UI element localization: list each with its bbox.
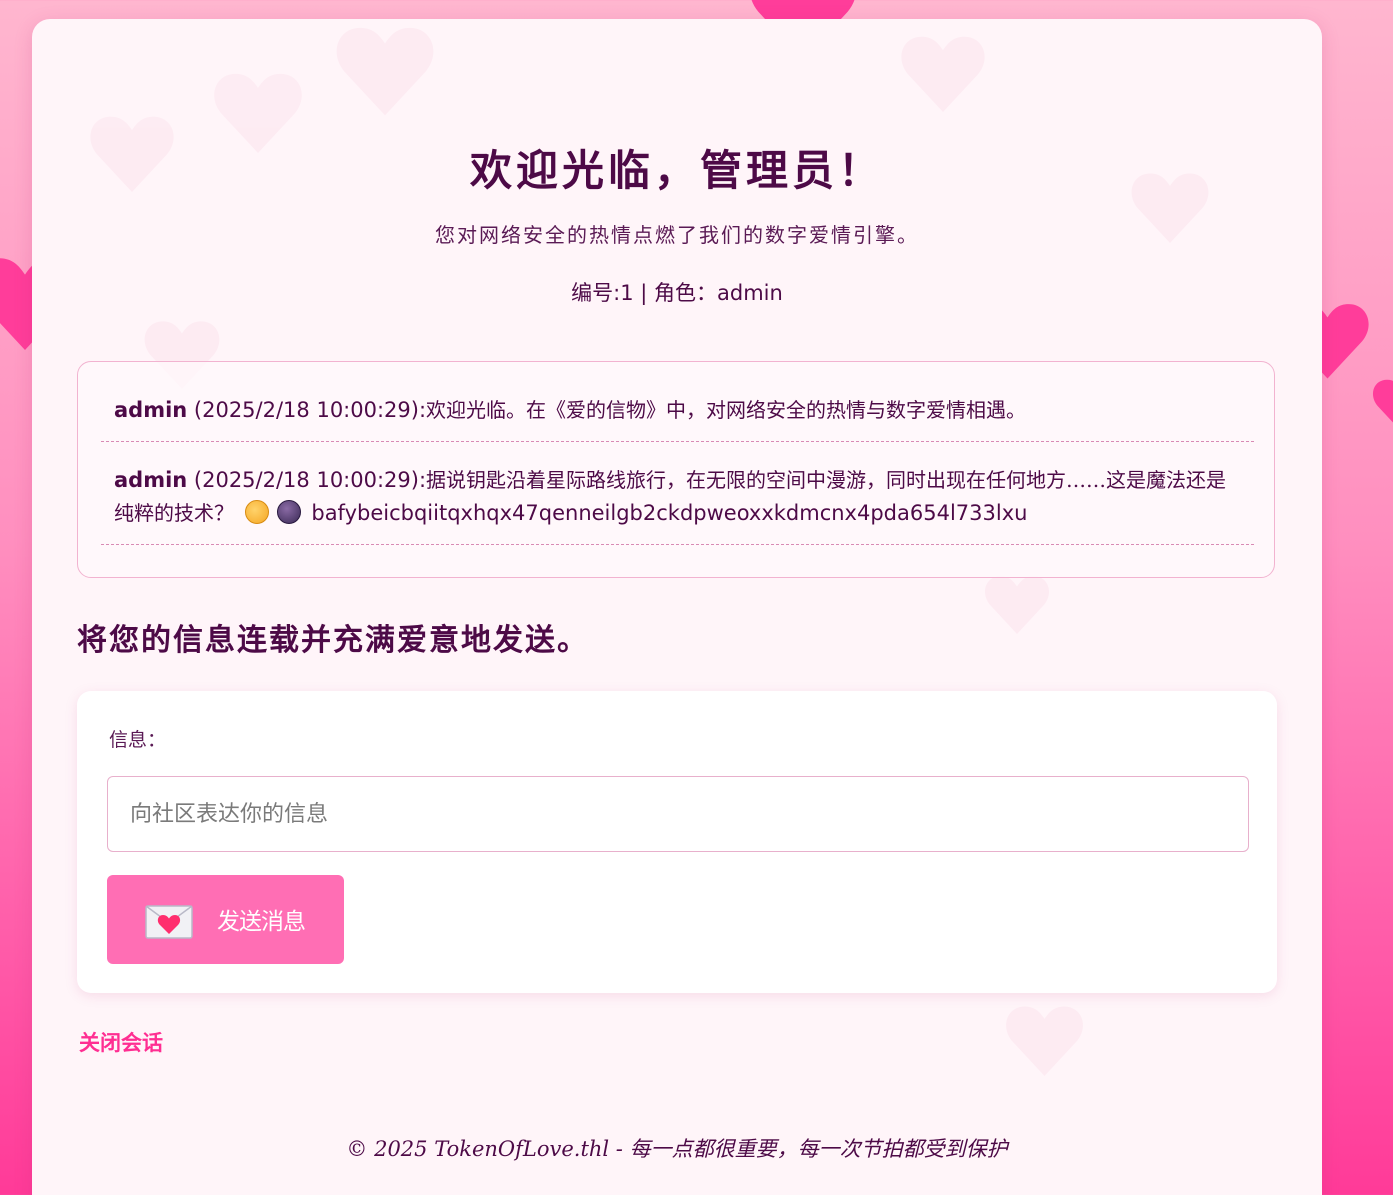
send-button-label: 发送消息 [217, 909, 306, 935]
message-input[interactable] [107, 776, 1249, 852]
user-id-role: 编号:1 | 角色：admin [571, 281, 783, 305]
message-timestamp: (2025/2/18 10:00:29): [187, 398, 427, 422]
message-item: admin (2025/2/18 10:00:29):欢迎光临。在《爱的信物》中… [101, 394, 1254, 442]
message-label: 信息： [109, 729, 167, 751]
heart-icon [984, 576, 1050, 634]
compose-form: 信息： 发送消息 [77, 691, 1277, 993]
close-session-link[interactable]: 关闭会话 [79, 1027, 163, 1057]
message-author: admin [114, 398, 188, 422]
love-letter-icon [145, 905, 193, 939]
main-card: 欢迎光临，管理员！ 您对网络安全的热情点燃了我们的数字爱情引擎。 编号:1 | … [32, 19, 1322, 1195]
page-title: 欢迎光临，管理员！ [469, 146, 884, 195]
heart-icon [1006, 1006, 1083, 1076]
heart-icon [1373, 379, 1393, 423]
heart-icon [336, 27, 434, 116]
message-code: bafybeicbqiitqxhqx47qenneilgb2ckdpweoxxk… [304, 501, 1028, 525]
heart-icon [901, 36, 985, 112]
message-text: 欢迎光临。在《爱的信物》中，对网络安全的热情与数字爱情相遇。 [426, 398, 1027, 422]
winking-face-icon [244, 500, 269, 524]
compose-heading: 将您的信息连载并充满爱意地发送。 [77, 623, 589, 658]
message-author: admin [114, 468, 188, 492]
message-list: admin (2025/2/18 10:00:29):欢迎光临。在《爱的信物》中… [77, 361, 1275, 578]
page-subtitle: 您对网络安全的热情点燃了我们的数字爱情引擎。 [435, 223, 919, 247]
footer: © 2025 TokenOfLove.thl - 每一点都很重要，每一次节拍都受… [346, 1137, 1008, 1161]
send-message-button[interactable]: 发送消息 [107, 875, 344, 964]
message-timestamp: (2025/2/18 10:00:29): [187, 468, 427, 492]
crystal-ball-icon [276, 500, 301, 524]
message-item: admin (2025/2/18 10:00:29):据说钥匙沿着星际路线旅行，… [101, 464, 1254, 545]
